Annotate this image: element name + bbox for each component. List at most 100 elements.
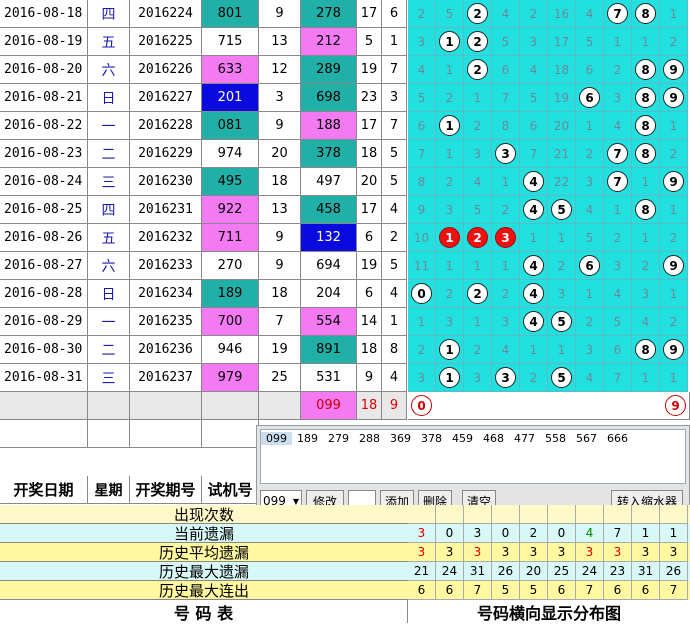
stat-value: 24 (436, 562, 464, 581)
dist-cell-6: 3 (576, 168, 604, 196)
hit-ball: 4 (523, 199, 544, 220)
candidate-item[interactable]: 666 (602, 432, 633, 445)
candidate-item[interactable]: 369 (385, 432, 416, 445)
header-weekday: 星期 (88, 476, 130, 504)
draw-span: 4 (382, 280, 407, 308)
draw-number: 204 (301, 280, 357, 308)
test-sum: 9 (259, 224, 301, 252)
hit-ball: 7 (607, 143, 628, 164)
dist-cell-0: 0 (408, 280, 436, 308)
dist-cell-0: 3 (408, 28, 436, 56)
draw-span: 7 (382, 112, 407, 140)
dist-cell-6: 2 (576, 140, 604, 168)
candidate-item[interactable]: 378 (416, 432, 447, 445)
hit-ball: 9 (663, 339, 684, 360)
dist-cell-3: 1 (492, 168, 520, 196)
stat-value: 3 (604, 543, 632, 562)
prediction-row: 099 18 9 0 9 (0, 392, 690, 420)
pred-wk (88, 392, 130, 420)
candidate-item[interactable]: 288 (354, 432, 385, 445)
stat-value: 20 (520, 562, 548, 581)
dist-cell-2: 3 (464, 140, 492, 168)
dist-cell-1: 1 (436, 112, 464, 140)
dist-cell-7: 4 (604, 280, 632, 308)
dist-cell-9: 1 (660, 196, 688, 224)
pred-s2: 18 (357, 392, 382, 420)
draw-span: 8 (382, 336, 407, 364)
dist-cell-0: 2 (408, 336, 436, 364)
candidate-item[interactable]: 189 (292, 432, 323, 445)
dist-cell-7: 6 (604, 336, 632, 364)
hit-ball: 9 (663, 171, 684, 192)
stat-value: 3 (520, 543, 548, 562)
candidate-item[interactable]: 477 (509, 432, 540, 445)
hit-ball: 8 (635, 115, 656, 136)
candidate-item[interactable]: 468 (478, 432, 509, 445)
stat-value (548, 505, 576, 524)
stat-value: 31 (632, 562, 660, 581)
blank-cell (130, 420, 202, 448)
dist-cell-8: 1 (632, 28, 660, 56)
test-sum: 12 (259, 56, 301, 84)
dist-cell-9: 9 (660, 336, 688, 364)
draw-sum: 19 (357, 252, 382, 280)
candidate-item[interactable]: 558 (540, 432, 571, 445)
weekday: 四 (88, 0, 130, 28)
dist-cell-2: 2 (464, 336, 492, 364)
dist-cell-7: 7 (604, 0, 632, 28)
candidate-item[interactable]: 279 (323, 432, 354, 445)
dist-cell-5: 3 (548, 280, 576, 308)
test-sum: 3 (259, 84, 301, 112)
dist-cell-5: 5 (548, 196, 576, 224)
stat-value: 26 (660, 562, 688, 581)
dist-cell-0: 5 (408, 84, 436, 112)
stat-value (576, 505, 604, 524)
stat-value (436, 505, 464, 524)
dist-cell-7: 1 (604, 28, 632, 56)
stat-value: 3 (492, 543, 520, 562)
dist-cell-8: 3 (632, 280, 660, 308)
hit-ball: 8 (635, 339, 656, 360)
dist-cell-1: 1 (436, 364, 464, 392)
candidate-list[interactable]: 099 189 279 288 369 378 459 468 477 558 567 666 (260, 429, 686, 484)
stat-value: 3 (408, 543, 436, 562)
dist-cell-9: 2 (660, 140, 688, 168)
candidate-item[interactable]: 459 (447, 432, 478, 445)
test-sum: 18 (259, 280, 301, 308)
dist-cell-5: 2 (548, 252, 576, 280)
dist-cell-3: 7 (492, 84, 520, 112)
dist-cell-5: 1 (548, 336, 576, 364)
draw-date: 2016-08-22 (0, 112, 88, 140)
draw-span: 5 (382, 168, 407, 196)
dist-cell-9: 2 (660, 308, 688, 336)
stat-label: 历史最大连出 (0, 581, 408, 600)
test-number: 189 (202, 280, 259, 308)
stat-value: 23 (604, 562, 632, 581)
candidate-item[interactable]: 567 (571, 432, 602, 445)
dist-cell-6: 6 (576, 84, 604, 112)
stat-value: 3 (548, 543, 576, 562)
dist-cell-1: 1 (436, 56, 464, 84)
dist-cell-1: 2 (436, 168, 464, 196)
candidate-item[interactable]: 099 (261, 432, 292, 445)
dist-cell-5: 5 (548, 308, 576, 336)
stat-value (660, 505, 688, 524)
dist-cell-5: 22 (548, 168, 576, 196)
draw-sum: 19 (357, 56, 382, 84)
weekday: 日 (88, 280, 130, 308)
weekday: 二 (88, 140, 130, 168)
dist-cell-8: 8 (632, 196, 660, 224)
dist-cell-9: 1 (660, 364, 688, 392)
hit-ball: 4 (523, 255, 544, 276)
stat-value (464, 505, 492, 524)
draw-row: 2016-08-28 日 2016234 189 18 204 6 4 0 2 2 2 4 3 1 4 3 1 (0, 280, 690, 308)
dist-cell-8: 8 (632, 112, 660, 140)
dist-cell-6: 4 (576, 0, 604, 28)
draw-row: 2016-08-19 五 2016225 715 13 212 5 1 3 1 2 5 3 17 5 1 1 2 (0, 28, 690, 56)
stat-value: 6 (436, 581, 464, 600)
test-number: 495 (202, 168, 259, 196)
pred-pick: 099 (301, 392, 357, 420)
stat-value: 24 (576, 562, 604, 581)
draw-row: 2016-08-23 二 2016229 974 20 378 18 5 7 1 3 3 7 21 2 7 8 2 (0, 140, 690, 168)
dist-cell-3: 3 (492, 140, 520, 168)
